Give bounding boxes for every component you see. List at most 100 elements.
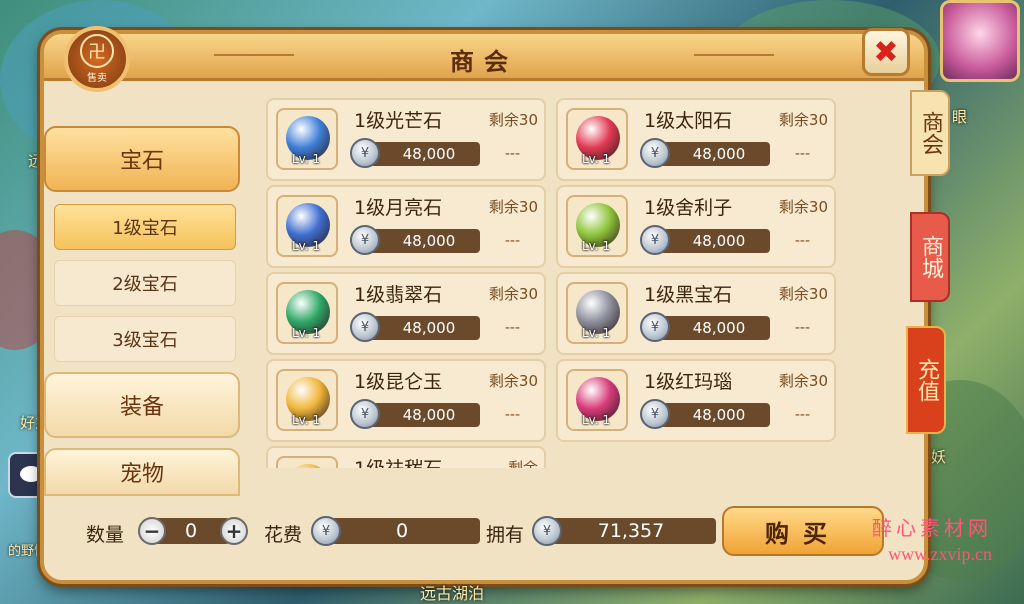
item-extra: --- — [794, 407, 810, 423]
item-card[interactable]: Lv. 1 1级舍利子 剩余30 48,000 ¥ --- — [556, 185, 836, 268]
quantity-label: 数量 — [86, 524, 125, 546]
own-label: 拥有 — [486, 524, 525, 546]
item-extra: --- — [794, 320, 810, 336]
item-name: 1级光芒石 — [354, 110, 443, 132]
item-price: 48,000 — [654, 229, 770, 253]
item-price: 48,000 — [364, 403, 480, 427]
item-level: Lv. 1 — [292, 152, 321, 166]
item-name: 1级祛秽石 — [354, 454, 442, 468]
item-level: Lv. 1 — [582, 326, 611, 340]
hud-location-text: 远古湖泊 — [420, 584, 485, 603]
cost-label: 花费 — [264, 524, 303, 546]
item-extra: --- — [794, 146, 810, 162]
plus-icon: + — [225, 519, 243, 543]
coin-icon: ¥ — [350, 138, 380, 168]
item-level: Lv. 1 — [582, 239, 611, 253]
item-card[interactable]: Lv. 1 1级黑宝石 剩余30 48,000 ¥ --- — [556, 272, 836, 355]
item-card[interactable]: Lv. 1 1级红玛瑙 剩余30 48,000 ¥ --- — [556, 359, 836, 442]
chat-icon — [20, 466, 42, 482]
item-card[interactable]: Lv. 1 1级翡翠石 剩余30 48,000 ¥ --- — [266, 272, 546, 355]
cost-value: 0 — [324, 518, 480, 544]
category-equipment[interactable]: 装备 — [44, 372, 240, 438]
item-remaining: 剩余 — [507, 459, 538, 468]
sell-badge-label: 售卖 — [87, 73, 107, 84]
item-level: Lv. 1 — [292, 413, 321, 427]
watermark-url: www.zxvip.cn — [888, 544, 992, 564]
subcategory-gem-lv1[interactable]: 1级宝石 — [54, 204, 236, 250]
item-price: 48,000 — [654, 403, 770, 427]
title-decoration — [694, 54, 774, 56]
coin-icon: ¥ — [640, 225, 670, 255]
coin-icon: ¥ — [350, 225, 380, 255]
item-grid: Lv. 1 1级光芒石 剩余30 48,000 ¥ --- Lv. 1 1级太阳石 剩余30 48… — [262, 92, 844, 468]
item-icon-frame: Lv. 1 — [566, 108, 628, 170]
item-extra: --- — [504, 407, 520, 423]
item-price: 48,000 — [654, 142, 770, 166]
item-price: 48,000 — [654, 316, 770, 340]
own-value: 71,357 — [546, 518, 716, 544]
coin-icon: ¥ — [311, 516, 341, 546]
item-icon-frame: Lv. 1 — [276, 282, 338, 344]
item-card[interactable]: Lv. 1 1级太阳石 剩余30 48,000 ¥ --- — [556, 98, 836, 181]
item-icon-frame: Lv. 1 — [566, 369, 628, 431]
player-avatar[interactable] — [940, 0, 1020, 82]
subcategory-gem-lv2[interactable]: 2级宝石 — [54, 260, 236, 306]
item-level: Lv. 1 — [582, 152, 611, 166]
increase-button[interactable]: + — [220, 517, 248, 545]
category-pet[interactable]: 宠物 — [44, 448, 240, 496]
item-price: 48,000 — [364, 316, 480, 340]
item-card[interactable]: Lv. 1 1级月亮石 剩余30 48,000 ¥ --- — [266, 185, 546, 268]
item-level: Lv. 1 — [292, 239, 321, 253]
item-remaining: 剩余30 — [778, 372, 828, 390]
panel-title: 商会 — [450, 48, 518, 76]
item-remaining: 剩余30 — [488, 285, 538, 303]
tab-recharge[interactable]: 充值 — [906, 326, 946, 434]
category-gem[interactable]: 宝石 — [44, 126, 240, 192]
coin-icon: ¥ — [350, 399, 380, 429]
coin-icon: ¥ — [640, 138, 670, 168]
item-price: 48,000 — [364, 142, 480, 166]
hud-right-text: 眼 — [952, 108, 968, 126]
close-icon: ✖ — [873, 34, 899, 70]
coin-icon: ¥ — [350, 312, 380, 342]
subcategory-gem-lv3[interactable]: 3级宝石 — [54, 316, 236, 362]
item-name: 1级黑宝石 — [644, 284, 733, 306]
buy-button[interactable]: 购买 — [722, 506, 884, 556]
item-icon-frame: Lv. 1 — [276, 369, 338, 431]
item-icon-frame: Lv. 1 — [276, 195, 338, 257]
item-extra: --- — [504, 320, 520, 336]
item-price: 48,000 — [364, 229, 480, 253]
item-icon-frame: Lv. 1 — [276, 108, 338, 170]
watermark-title: 醉心素材网 — [872, 518, 992, 540]
coin-icon: ¥ — [640, 312, 670, 342]
tab-trade[interactable]: 商会 — [910, 90, 950, 176]
swastika-icon: 卍 — [80, 34, 114, 68]
close-button[interactable]: ✖ — [862, 28, 910, 76]
item-icon-frame: Lv. 1 — [566, 195, 628, 257]
item-icon-frame: Lv. 1 — [566, 282, 628, 344]
item-remaining: 剩余30 — [488, 372, 538, 390]
item-remaining: 剩余30 — [488, 111, 538, 129]
item-name: 1级翡翠石 — [354, 284, 443, 306]
item-extra: --- — [794, 233, 810, 249]
item-name: 1级太阳石 — [644, 110, 733, 132]
item-remaining: 剩余30 — [778, 198, 828, 216]
item-card[interactable]: 1级祛秽石 剩余 — [266, 446, 546, 468]
item-name: 1级月亮石 — [354, 197, 443, 219]
item-card[interactable]: Lv. 1 1级昆仑玉 剩余30 48,000 ¥ --- — [266, 359, 546, 442]
coin-icon: ¥ — [640, 399, 670, 429]
sell-badge[interactable]: 卍 售卖 — [64, 26, 130, 92]
item-name: 1级红玛瑙 — [644, 371, 733, 393]
tab-mall[interactable]: 商城 — [910, 212, 950, 302]
item-card[interactable]: Lv. 1 1级光芒石 剩余30 48,000 ¥ --- — [266, 98, 546, 181]
item-level: Lv. 1 — [582, 413, 611, 427]
minus-icon: − — [143, 519, 161, 543]
item-remaining: 剩余30 — [488, 198, 538, 216]
title-bar: 商会 — [44, 34, 924, 81]
decrease-button[interactable]: − — [138, 517, 166, 545]
item-name: 1级昆仑玉 — [354, 371, 443, 393]
item-level: Lv. 1 — [292, 326, 321, 340]
item-extra: --- — [504, 233, 520, 249]
item-icon-frame — [276, 456, 338, 468]
item-remaining: 剩余30 — [778, 111, 828, 129]
